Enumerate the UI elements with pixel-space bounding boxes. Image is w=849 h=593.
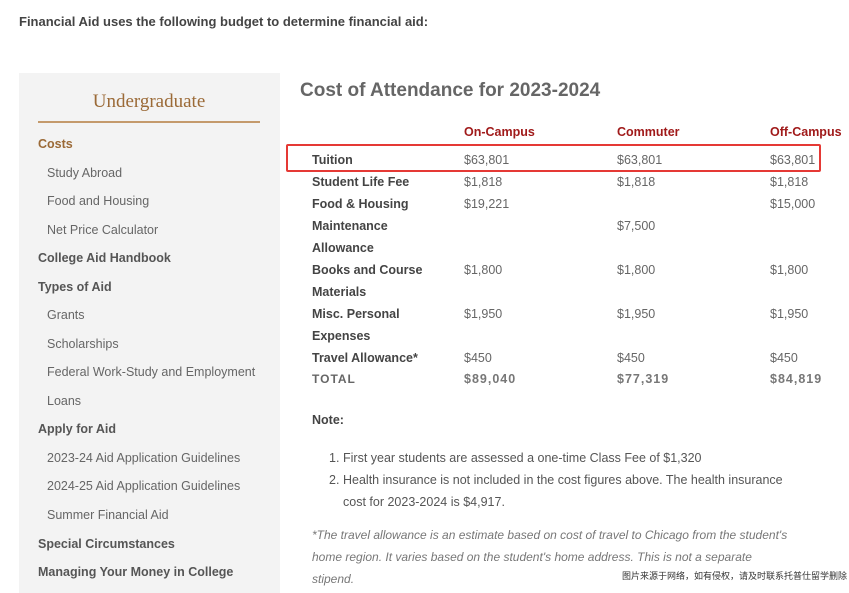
note-title: Note: — [312, 413, 344, 427]
sidebar-item-special-circumstances[interactable]: Special Circumstances — [38, 537, 175, 551]
cell-student-life-on-campus: $1,818 — [464, 175, 503, 189]
sidebar-item-summer-aid[interactable]: Summer Financial Aid — [47, 508, 169, 522]
cell-travel-off-campus: $450 — [770, 351, 798, 365]
cell-books-off-campus: $1,800 — [770, 263, 809, 277]
column-header-off-campus: Off-Campus — [770, 125, 842, 139]
sidebar-item-scholarships[interactable]: Scholarships — [47, 337, 119, 351]
cell-misc-off-campus: $1,950 — [770, 307, 809, 321]
sidebar-item-apply-for-aid[interactable]: Apply for Aid — [38, 422, 116, 436]
cell-misc-commuter: $1,950 — [617, 307, 656, 321]
sidebar-item-work-study[interactable]: Federal Work-Study and Employment — [47, 365, 255, 379]
column-header-commuter: Commuter — [617, 125, 680, 139]
sidebar-item-college-aid-handbook[interactable]: College Aid Handbook — [38, 251, 171, 265]
row-label-misc-line2: Expenses — [312, 329, 371, 343]
sidebar-item-costs[interactable]: Costs — [38, 137, 73, 151]
watermark-text: 图片来源于网络，如有侵权，请及时联系托普仕留学删除 — [619, 568, 849, 583]
row-label-misc: Misc. Personal — [312, 307, 400, 321]
sidebar-item-food-housing[interactable]: Food and Housing — [47, 194, 149, 208]
note-item-text: First year students are assessed a one-t… — [343, 451, 702, 465]
cell-food-housing-off-campus: $15,000 — [770, 197, 816, 211]
note-item-text: Health insurance is not included in the … — [343, 473, 783, 509]
column-header-on-campus: On-Campus — [464, 125, 535, 139]
row-label-student-life-fee: Student Life Fee — [312, 175, 410, 189]
cell-tuition-on-campus: $63,801 — [464, 153, 510, 167]
note-list: 1. First year students are assessed a one… — [329, 447, 799, 513]
row-label-total: TOTAL — [312, 372, 356, 386]
intro-text: Financial Aid uses the following budget … — [19, 14, 429, 29]
cell-travel-commuter: $450 — [617, 351, 645, 365]
cell-maintenance-commuter: $7,500 — [617, 219, 656, 233]
note-item: 1. First year students are assessed a one… — [329, 451, 702, 465]
cell-tuition-commuter: $63,801 — [617, 153, 663, 167]
cell-student-life-commuter: $1,818 — [617, 175, 656, 189]
row-label-travel: Travel Allowance* — [312, 351, 418, 365]
cell-total-off-campus: $84,819 — [770, 372, 823, 386]
sidebar-item-2024-guidelines[interactable]: 2024-25 Aid Application Guidelines — [47, 479, 240, 493]
cell-total-on-campus: $89,040 — [464, 372, 517, 386]
sidebar-item-2023-guidelines[interactable]: 2023-24 Aid Application Guidelines — [47, 451, 240, 465]
cell-books-on-campus: $1,800 — [464, 263, 503, 277]
cell-food-housing-on-campus: $19,221 — [464, 197, 510, 211]
sidebar-item-study-abroad[interactable]: Study Abroad — [47, 166, 122, 180]
sidebar-item-managing-money[interactable]: Managing Your Money in College — [38, 565, 233, 579]
cell-books-commuter: $1,800 — [617, 263, 656, 277]
sidebar-item-types-of-aid[interactable]: Types of Aid — [38, 280, 112, 294]
cell-total-commuter: $77,319 — [617, 372, 670, 386]
tuition-highlight-box — [286, 144, 821, 172]
row-label-books: Books and Course — [312, 263, 423, 277]
row-label-food-housing: Food & Housing — [312, 197, 409, 211]
row-label-maintenance-line2: Allowance — [312, 241, 374, 255]
sidebar-item-grants[interactable]: Grants — [47, 308, 85, 322]
cell-student-life-off-campus: $1,818 — [770, 175, 809, 189]
sidebar-item-loans[interactable]: Loans — [47, 394, 81, 408]
row-label-tuition: Tuition — [312, 153, 353, 167]
row-label-books-line2: Materials — [312, 285, 367, 299]
cell-travel-on-campus: $450 — [464, 351, 492, 365]
cell-misc-on-campus: $1,950 — [464, 307, 503, 321]
sidebar-title: Undergraduate — [38, 91, 260, 123]
row-label-maintenance: Maintenance — [312, 219, 388, 233]
sidebar-item-net-price-calculator[interactable]: Net Price Calculator — [47, 223, 158, 237]
note-item: 2. Health insurance is not included in th… — [329, 473, 783, 509]
cell-tuition-off-campus: $63,801 — [770, 153, 816, 167]
sidebar-nav: Undergraduate Costs Study Abroad Food an… — [19, 73, 280, 593]
page-title: Cost of Attendance for 2023-2024 — [300, 80, 601, 101]
